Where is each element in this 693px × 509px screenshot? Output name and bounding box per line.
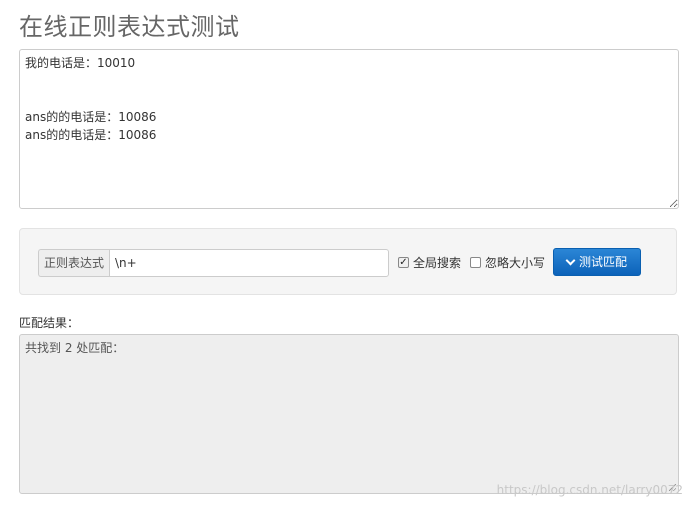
chevron-down-icon xyxy=(565,255,576,265)
test-match-button[interactable]: 测试匹配 xyxy=(553,248,641,276)
regex-input[interactable] xyxy=(109,249,390,277)
page-title: 在线正则表达式测试 xyxy=(19,13,240,41)
global-search-checkbox[interactable]: ✓ xyxy=(398,257,409,268)
result-box: 共找到 2 处匹配： xyxy=(19,334,679,494)
result-text: 共找到 2 处匹配： xyxy=(25,341,125,355)
test-match-button-label: 测试匹配 xyxy=(578,255,627,269)
result-label: 匹配结果： xyxy=(19,316,80,330)
global-search-option[interactable]: ✓ 全局搜索 xyxy=(398,254,461,271)
control-panel: 正则表达式 ✓ 全局搜索 忽略大小写 测试匹配 xyxy=(19,228,677,295)
regex-label: 正则表达式 xyxy=(38,249,110,277)
ignore-case-checkbox[interactable] xyxy=(470,257,481,268)
ignore-case-label: 忽略大小写 xyxy=(485,256,546,270)
global-search-label: 全局搜索 xyxy=(413,256,462,270)
ignore-case-option[interactable]: 忽略大小写 xyxy=(470,254,545,271)
watermark: https://blog.csdn.net/larry0072 xyxy=(496,483,683,497)
source-text-area[interactable] xyxy=(19,49,679,209)
regex-input-group: 正则表达式 xyxy=(38,249,390,277)
regex-tester-page: 在线正则表达式测试 正则表达式 ✓ 全局搜索 忽略大小写 测试匹配 匹配结果： … xyxy=(0,0,693,509)
